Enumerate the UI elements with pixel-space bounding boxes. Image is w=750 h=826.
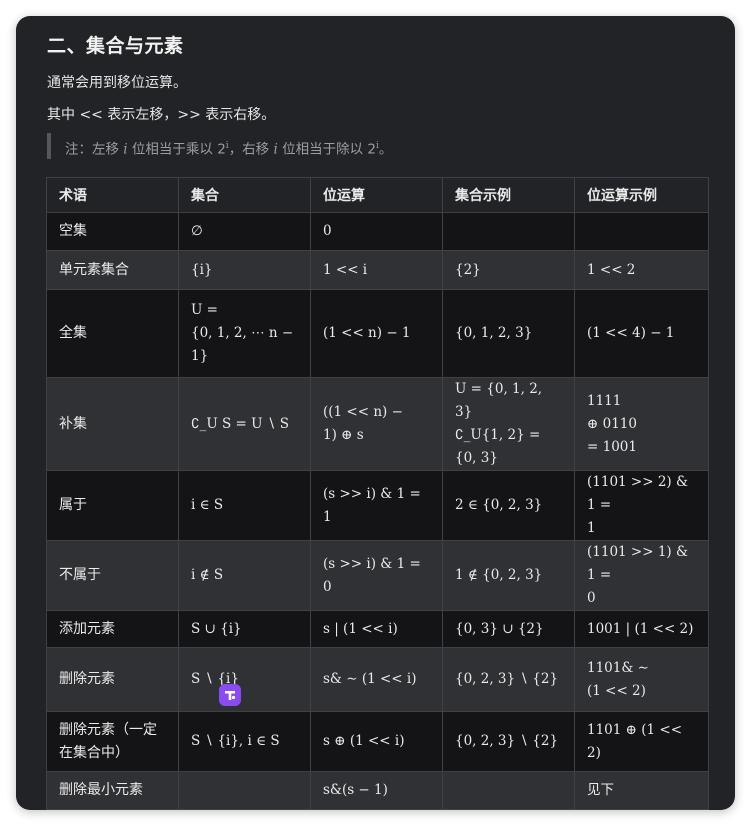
translate-badge-icon[interactable] xyxy=(219,684,241,706)
cell-bitop: s | (1 << i) xyxy=(310,610,443,648)
note-text-4: 位相当于除以 2 xyxy=(277,141,376,158)
cell-bitop: s& ∼ (1 << i) xyxy=(310,647,443,712)
cell-term: 不属于 xyxy=(46,540,179,611)
cell-bitop-example: 1001 | (1 << 2) xyxy=(574,610,709,648)
table-header-row: 术语 集合 位运算 集合示例 位运算示例 xyxy=(46,177,709,213)
table-row: 属于 i ∈ S (s >> i) & 1 = 1 2 ∈ {0, 2, 3} … xyxy=(46,470,709,541)
cell-term: 补集 xyxy=(46,377,179,471)
cell-bitop-example: 见下 xyxy=(574,771,709,810)
cell-bitop-example: (1101 >> 2) & 1 = 1 xyxy=(574,470,709,541)
header-set: 集合 xyxy=(178,177,311,213)
cell-bitop-example xyxy=(574,212,709,251)
cell-set-example: U = {0, 1, 2, 3} ∁_U{1, 2} = {0, 3} xyxy=(442,377,575,471)
cell-term: 空集 xyxy=(46,212,179,251)
table-row: 添加元素 S ∪ {i} s | (1 << i) {0, 3} ∪ {2} 1… xyxy=(46,610,709,648)
header-bitop-example: 位运算示例 xyxy=(574,177,709,213)
cell-set-example: 1 ∉ {0, 2, 3} xyxy=(442,540,575,611)
cell-set: S ∖ {i}, i ∈ S xyxy=(178,711,311,772)
header-term: 术语 xyxy=(46,177,179,213)
cell-bitop: (s >> i) & 1 = 1 xyxy=(310,470,443,541)
table-row: 单元素集合 {i} 1 << i {2} 1 << 2 xyxy=(46,250,709,290)
cell-set: S ∪ {i} xyxy=(178,610,311,648)
header-set-example: 集合示例 xyxy=(442,177,575,213)
cell-set: {i} xyxy=(178,250,311,290)
cell-bitop: (s >> i) & 1 = 0 xyxy=(310,540,443,611)
header-bitop: 位运算 xyxy=(310,177,443,213)
cell-set xyxy=(178,771,311,810)
note-blockquote: 注：左移 i 位相当于乘以 2i，右移 i 位相当于除以 2i。 xyxy=(47,133,705,159)
cell-set: ∁_U S = U ∖ S xyxy=(178,377,311,471)
table-row: 不属于 i ∉ S (s >> i) & 1 = 0 1 ∉ {0, 2, 3}… xyxy=(46,540,709,611)
cell-set-example: {2} xyxy=(442,250,575,290)
cell-term: 单元素集合 xyxy=(46,250,179,290)
cell-set: S ∖ {i} xyxy=(178,647,311,712)
cell-set-example: {0, 2, 3} ∖ {2} xyxy=(442,711,575,772)
note-text-1: 注：左移 xyxy=(65,141,124,158)
cell-set-example xyxy=(442,771,575,810)
cell-bitop: 1 << i xyxy=(310,250,443,290)
section-heading: 二、集合与元素 xyxy=(47,35,184,57)
cell-term: 删除元素（一定 在集合中） xyxy=(46,711,179,772)
cell-bitop-example: 1101 ⊕ (1 << 2) xyxy=(574,711,709,772)
translate-glyph-icon xyxy=(225,691,236,700)
cell-set-example: 2 ∈ {0, 2, 3} xyxy=(442,470,575,541)
table-row: 删除元素 S ∖ {i} s& ∼ (1 << i) {0, 2, 3} ∖ {… xyxy=(46,647,709,712)
set-operations-table: 术语 集合 位运算 集合示例 位运算示例 空集 ∅ 0 单元素集合 {i} 1 … xyxy=(46,177,709,810)
cell-term: 删除元素 xyxy=(46,647,179,712)
shift-explanation-paragraph: 其中 << 表示左移，>> 表示右移。 xyxy=(47,107,276,123)
note-text-2: 位相当于乘以 2 xyxy=(127,141,226,158)
cell-bitop: 0 xyxy=(310,212,443,251)
cell-term: 全集 xyxy=(46,289,179,378)
cell-bitop: ((1 << n) − 1) ⊕ s xyxy=(310,377,443,471)
cell-set: i ∉ S xyxy=(178,540,311,611)
table-row: 空集 ∅ 0 xyxy=(46,212,709,251)
cell-set: i ∈ S xyxy=(178,470,311,541)
table-row: 删除元素（一定 在集合中） S ∖ {i}, i ∈ S s ⊕ (1 << i… xyxy=(46,711,709,772)
cell-bitop-example: (1101 >> 1) & 1 = 0 xyxy=(574,540,709,611)
cell-bitop: (1 << n) − 1 xyxy=(310,289,443,378)
note-text-5: 。 xyxy=(378,141,393,158)
cell-term: 属于 xyxy=(46,470,179,541)
cell-bitop-example: 1111 ⊕ 0110 = 1001 xyxy=(574,377,709,471)
table-row: 补集 ∁_U S = U ∖ S ((1 << n) − 1) ⊕ s U = … xyxy=(46,377,709,471)
cell-term: 添加元素 xyxy=(46,610,179,648)
cell-term: 删除最小元素 xyxy=(46,771,179,810)
cell-set-example xyxy=(442,212,575,251)
intro-paragraph: 通常会用到移位运算。 xyxy=(47,75,187,91)
table-row: 删除最小元素 s&(s − 1) 见下 xyxy=(46,771,709,810)
cell-set: U = {0, 1, 2, ⋯ n − 1} xyxy=(178,289,311,378)
note-text-3: ，右移 xyxy=(228,141,274,158)
cell-bitop-example: 1 << 2 xyxy=(574,250,709,290)
cell-bitop: s ⊕ (1 << i) xyxy=(310,711,443,772)
content-panel: 二、集合与元素 通常会用到移位运算。 其中 << 表示左移，>> 表示右移。 注… xyxy=(16,16,735,810)
cell-bitop-example: 1101& ∼ (1 << 2) xyxy=(574,647,709,712)
cell-bitop: s&(s − 1) xyxy=(310,771,443,810)
cell-set-example: {0, 2, 3} ∖ {2} xyxy=(442,647,575,712)
cell-set-example: {0, 3} ∪ {2} xyxy=(442,610,575,648)
cell-bitop-example: (1 << 4) − 1 xyxy=(574,289,709,378)
cell-set-example: {0, 1, 2, 3} xyxy=(442,289,575,378)
table-row: 全集 U = {0, 1, 2, ⋯ n − 1} (1 << n) − 1 {… xyxy=(46,289,709,378)
cell-set: ∅ xyxy=(178,212,311,251)
